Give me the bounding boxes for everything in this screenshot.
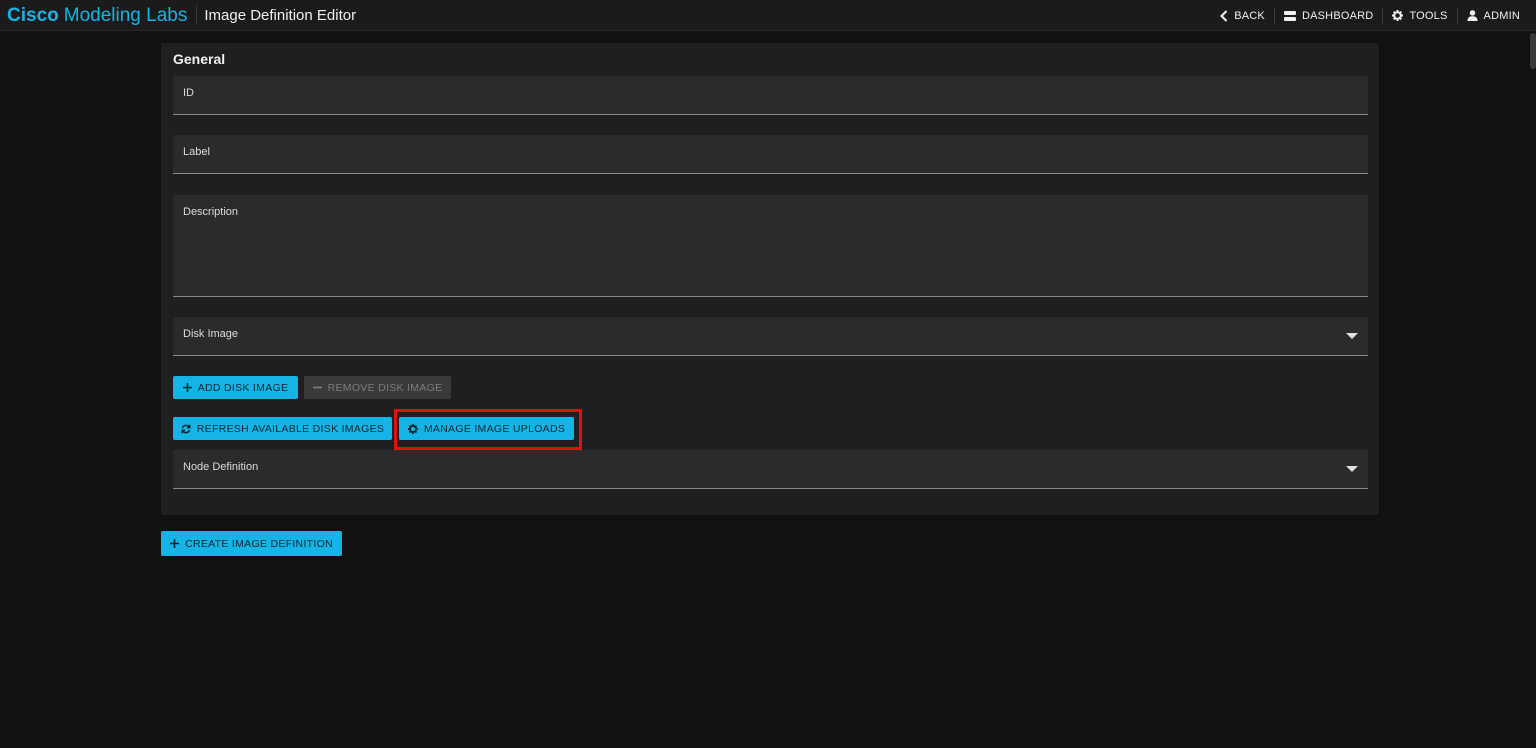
chevron-left-icon <box>1220 9 1228 22</box>
brand-cisco: Cisco <box>7 4 59 26</box>
remove-disk-image-button[interactable]: REMOVE DISK IMAGE <box>304 376 451 399</box>
brand-modeling-labs: Modeling Labs <box>63 4 188 26</box>
remove-disk-image-label: REMOVE DISK IMAGE <box>327 381 443 394</box>
caret-down-icon <box>1346 333 1358 339</box>
label-field[interactable]: Label <box>173 135 1368 174</box>
plus-icon <box>170 539 180 548</box>
description-field-label: Description <box>183 206 239 218</box>
gear-icon <box>407 423 418 434</box>
dashboard-label: DASHBOARD <box>1301 9 1374 22</box>
label-field-label: Label <box>183 146 210 158</box>
add-disk-image-button[interactable]: ADD DISK IMAGE <box>173 376 298 399</box>
description-field[interactable]: Description <box>173 195 1368 297</box>
id-field-label: ID <box>183 87 194 99</box>
refresh-disk-images-label: REFRESH AVAILABLE DISK IMAGES <box>196 422 385 435</box>
id-field[interactable]: ID <box>173 76 1368 115</box>
disk-image-select[interactable]: Disk Image <box>173 317 1368 356</box>
admin-label: ADMIN <box>1483 9 1520 22</box>
node-definition-label: Node Definition <box>183 461 259 473</box>
page-scrollbar[interactable] <box>1530 33 1536 69</box>
gear-icon <box>1392 10 1404 21</box>
disk-image-label: Disk Image <box>183 328 239 340</box>
title-separator <box>196 5 198 25</box>
tools-label: TOOLS <box>1409 9 1448 22</box>
back-button[interactable]: BACK <box>1211 0 1274 31</box>
admin-button[interactable]: ADMIN <box>1458 0 1529 31</box>
refresh-icon <box>181 424 191 434</box>
app-brand[interactable]: Cisco Modeling Labs <box>0 0 187 31</box>
user-icon <box>1467 10 1478 21</box>
general-card: General ID Label Description Disk Image … <box>161 43 1379 515</box>
tools-button[interactable]: TOOLS <box>1383 0 1456 31</box>
refresh-disk-images-button[interactable]: REFRESH AVAILABLE DISK IMAGES <box>173 417 392 440</box>
dashboard-button[interactable]: DASHBOARD <box>1275 0 1382 31</box>
manage-image-uploads-label: MANAGE IMAGE UPLOADS <box>423 422 566 435</box>
minus-icon <box>312 383 322 392</box>
top-bar: Cisco Modeling Labs Image Definition Edi… <box>0 0 1536 31</box>
manage-image-uploads-button[interactable]: MANAGE IMAGE UPLOADS <box>399 417 574 440</box>
caret-down-icon <box>1346 466 1358 472</box>
node-definition-select[interactable]: Node Definition <box>173 450 1368 489</box>
create-image-definition-button[interactable]: CREATE IMAGE DEFINITION <box>161 531 342 556</box>
add-disk-image-label: ADD DISK IMAGE <box>197 381 289 394</box>
plus-icon <box>182 383 192 392</box>
create-image-definition-label: CREATE IMAGE DEFINITION <box>185 537 333 550</box>
top-nav: BACK DASHBOARD TOOLS ADMIN <box>1211 0 1529 31</box>
back-label: BACK <box>1234 9 1265 22</box>
page-title: Image Definition Editor <box>204 6 357 24</box>
section-title: General <box>173 51 226 67</box>
dashboard-icon <box>1283 10 1296 21</box>
